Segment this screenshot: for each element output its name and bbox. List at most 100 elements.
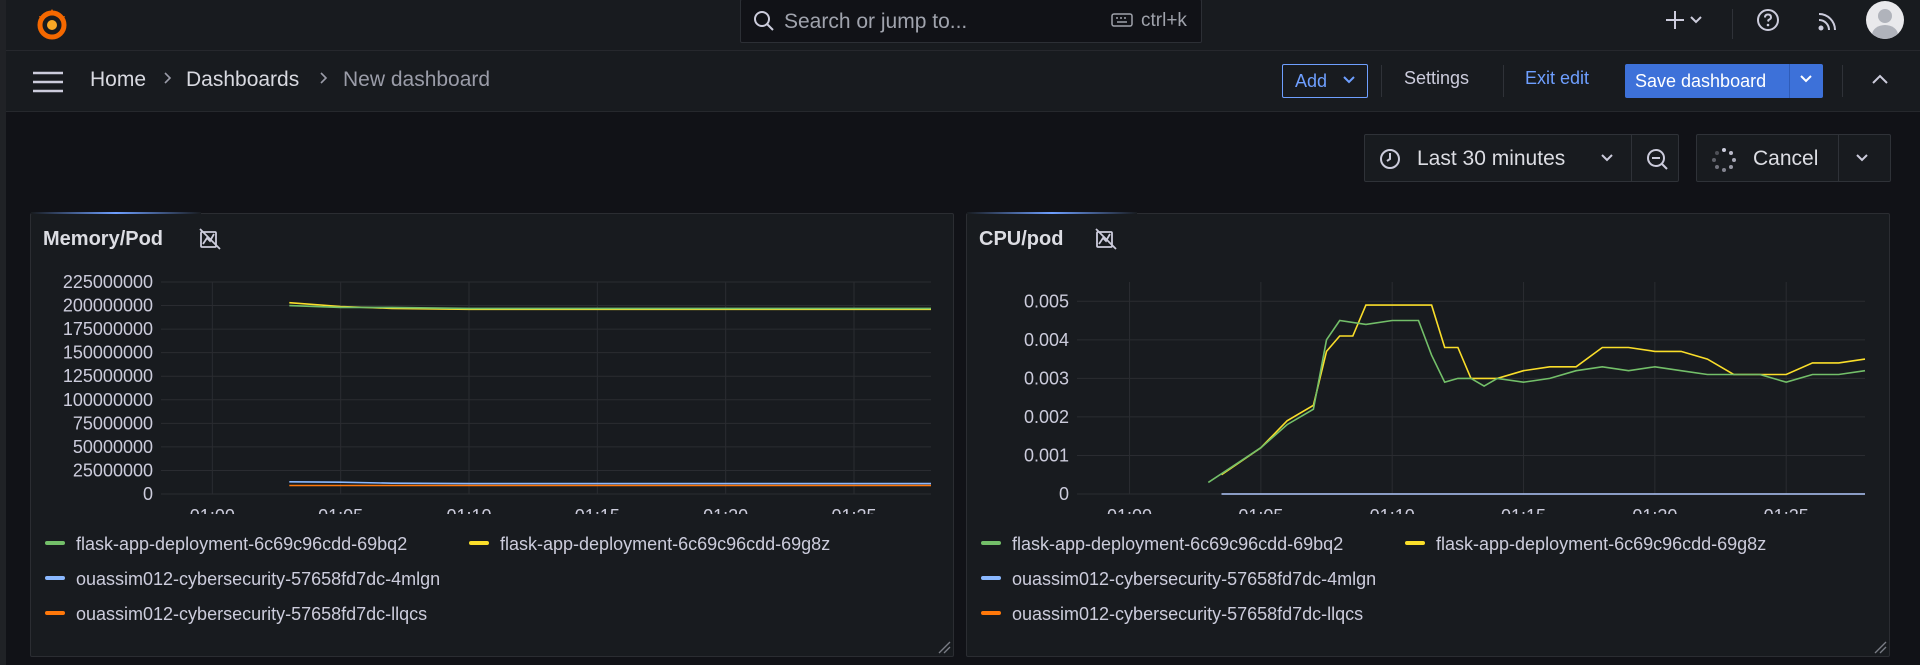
- breadcrumb-home[interactable]: Home: [90, 68, 146, 92]
- breadcrumb-dashboards[interactable]: Dashboards: [186, 68, 299, 92]
- time-shift-icon[interactable]: [1095, 228, 1117, 250]
- search-bar[interactable]: Search or jump to... ctrl+k: [740, 0, 1202, 43]
- chevron-down-icon: [1343, 76, 1355, 84]
- zoom-out-icon[interactable]: [1645, 147, 1669, 171]
- legend-swatch: [981, 611, 1001, 616]
- y-tick-label: 0.004: [1024, 330, 1069, 350]
- divider: [1789, 64, 1790, 98]
- legend-item[interactable]: ouassim012-cybersecurity-57658fd7dc-4mlg…: [45, 569, 440, 593]
- legend-label: flask-app-deployment-6c69c96cdd-69g8z: [1436, 534, 1767, 554]
- search-icon: [754, 11, 774, 31]
- legend-label: ouassim012-cybersecurity-57658fd7dc-4mlg…: [76, 569, 441, 589]
- x-tick-label: 01:05: [318, 506, 363, 514]
- refresh-picker[interactable]: Cancel: [1696, 134, 1891, 182]
- chevron-down-icon[interactable]: [1800, 75, 1812, 83]
- y-tick-label: 0: [1059, 484, 1069, 504]
- x-tick-label: 01:25: [1764, 506, 1809, 514]
- divider: [1503, 65, 1504, 97]
- grafana-logo-icon[interactable]: [32, 4, 72, 44]
- user-icon: [1872, 9, 1898, 39]
- spinner-icon: [1712, 148, 1736, 172]
- y-tick-label: 0.001: [1024, 445, 1069, 465]
- x-tick-label: 01:25: [831, 506, 876, 514]
- legend-swatch: [469, 541, 489, 546]
- y-tick-label: 150000000: [63, 343, 153, 363]
- panel-title[interactable]: Memory/Pod: [43, 228, 163, 251]
- legend-swatch: [981, 541, 1001, 546]
- breadcrumb-current: New dashboard: [343, 68, 491, 91]
- legend-item[interactable]: ouassim012-cybersecurity-57658fd7dc-llqc…: [45, 604, 427, 628]
- legend-swatch: [1405, 541, 1425, 546]
- divider: [1838, 135, 1839, 181]
- y-tick-label: 200000000: [63, 296, 153, 316]
- y-tick-label: 100000000: [63, 390, 153, 410]
- legend-swatch: [45, 541, 65, 546]
- legend-swatch: [45, 611, 65, 616]
- chevron-up-icon[interactable]: [1872, 74, 1888, 84]
- x-tick-label: 01:20: [703, 506, 748, 514]
- memory-pod-panel[interactable]: Memory/Pod 225000000 200000000 175000000 15…: [30, 212, 955, 657]
- x-tick-label: 01:10: [1370, 506, 1415, 514]
- y-tick-label: 175000000: [63, 319, 153, 339]
- time-shift-icon[interactable]: [199, 228, 221, 250]
- cancel-button[interactable]: Cancel: [1753, 147, 1818, 171]
- y-tick-label: 25000000: [73, 460, 153, 480]
- series-line: [1207, 319, 1866, 484]
- resize-handle-icon[interactable]: [937, 640, 951, 654]
- legend-label: flask-app-deployment-6c69c96cdd-69bq2: [1012, 534, 1344, 554]
- avatar[interactable]: [1866, 1, 1904, 39]
- legend-item[interactable]: ouassim012-cybersecurity-57658fd7dc-llqc…: [981, 604, 1363, 628]
- cpu-chart[interactable]: 0.005 0.004 0.003 0.002 0.001 0 01:00 01:05 01:1…: [967, 274, 1891, 514]
- help-icon[interactable]: [1756, 8, 1780, 32]
- y-tick-label: 0.005: [1024, 291, 1069, 311]
- legend-item[interactable]: flask-app-deployment-6c69c96cdd-69bq2: [45, 534, 407, 558]
- legend-swatch: [45, 576, 65, 581]
- panel-title[interactable]: CPU/pod: [979, 228, 1063, 251]
- legend-swatch: [981, 576, 1001, 581]
- legend-item[interactable]: ouassim012-cybersecurity-57658fd7dc-4mlg…: [981, 569, 1376, 593]
- add-button-label: Add: [1295, 71, 1328, 91]
- legend-item[interactable]: flask-app-deployment-6c69c96cdd-69g8z: [1405, 534, 1766, 558]
- legend-item[interactable]: flask-app-deployment-6c69c96cdd-69bq2: [981, 534, 1343, 558]
- x-tick-label: 01:20: [1632, 506, 1677, 514]
- loading-bar: [31, 212, 201, 214]
- search-placeholder: Search or jump to...: [784, 10, 968, 33]
- save-dashboard-button[interactable]: Save dashboard: [1625, 64, 1823, 98]
- x-tick-label: 01:15: [575, 506, 620, 514]
- add-button[interactable]: Add: [1282, 64, 1368, 98]
- rss-icon[interactable]: [1817, 10, 1839, 32]
- x-tick-label: 01:10: [446, 506, 491, 514]
- legend-item[interactable]: flask-app-deployment-6c69c96cdd-69g8z: [469, 534, 830, 558]
- legend-label: ouassim012-cybersecurity-57658fd7dc-llqc…: [1012, 604, 1364, 624]
- legend-label: ouassim012-cybersecurity-57658fd7dc-4mlg…: [1012, 569, 1377, 589]
- y-tick-label: 50000000: [73, 437, 153, 457]
- save-button-label: Save dashboard: [1635, 71, 1767, 91]
- memory-chart[interactable]: 225000000 200000000 175000000 150000000 1250…: [31, 274, 955, 514]
- series-line: [1221, 304, 1866, 476]
- divider: [1842, 65, 1843, 97]
- menu-icon[interactable]: [33, 71, 63, 93]
- chevron-right-icon: [320, 72, 328, 84]
- resize-handle-icon[interactable]: [1873, 640, 1887, 654]
- plus-icon[interactable]: [1664, 9, 1686, 31]
- chevron-down-icon[interactable]: [1856, 154, 1868, 162]
- x-tick-label: 01:00: [1107, 506, 1152, 514]
- time-range-picker[interactable]: Last 30 minutes: [1364, 134, 1679, 182]
- search-shortcut: ctrl+k: [1141, 10, 1187, 31]
- exit-edit-button[interactable]: Exit edit: [1525, 68, 1589, 89]
- series-line: [289, 481, 931, 485]
- divider: [1732, 9, 1733, 39]
- chevron-down-icon: [1601, 154, 1613, 162]
- dashboard-nav-bar: Home Dashboards New dashboard Add Settin…: [6, 51, 1920, 112]
- loading-bar: [967, 212, 1137, 214]
- time-range-label: Last 30 minutes: [1417, 147, 1566, 170]
- y-tick-label: 75000000: [73, 413, 153, 433]
- top-bar: Search or jump to... ctrl+k: [6, 0, 1920, 51]
- chevron-down-icon[interactable]: [1690, 16, 1702, 24]
- settings-button[interactable]: Settings: [1404, 68, 1469, 89]
- legend-label: flask-app-deployment-6c69c96cdd-69bq2: [76, 534, 408, 554]
- y-tick-label: 125000000: [63, 366, 153, 386]
- y-tick-label: 0: [143, 484, 153, 504]
- x-tick-label: 01:00: [190, 506, 235, 514]
- cpu-pod-panel[interactable]: CPU/pod 0.0050.0040.0030.0020.001001:000…: [966, 212, 1891, 657]
